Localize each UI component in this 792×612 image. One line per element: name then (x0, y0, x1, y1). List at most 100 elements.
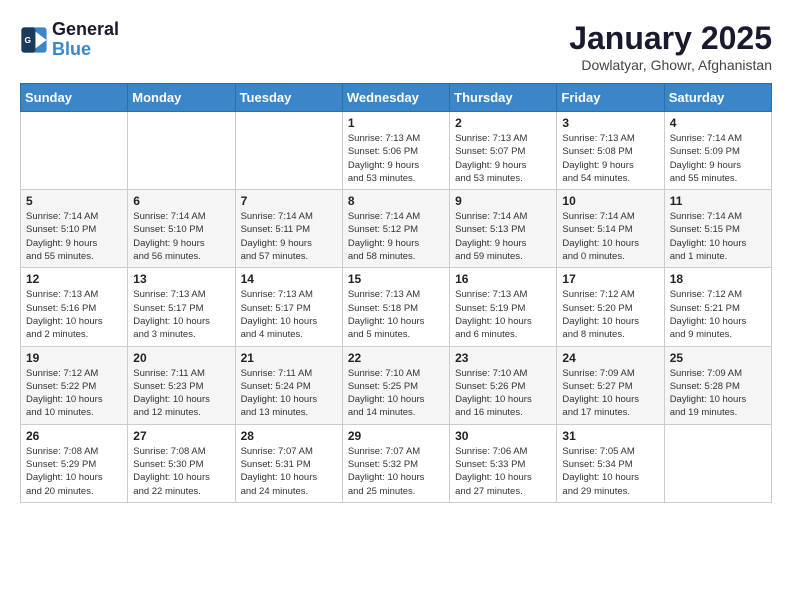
day-number: 15 (348, 272, 444, 286)
calendar-cell: 20 Sunrise: 7:11 AM Sunset: 5:23 PM Dayli… (128, 346, 235, 424)
day-number: 29 (348, 429, 444, 443)
calendar-cell: 4 Sunrise: 7:14 AM Sunset: 5:09 PM Daylig… (664, 112, 771, 190)
calendar-cell (128, 112, 235, 190)
day-number: 2 (455, 116, 551, 130)
weekday-header-sunday: Sunday (21, 84, 128, 112)
day-detail: Sunrise: 7:09 AM Sunset: 5:28 PM Dayligh… (670, 367, 766, 420)
day-detail: Sunrise: 7:09 AM Sunset: 5:27 PM Dayligh… (562, 367, 658, 420)
calendar-cell: 25Sunrise: 7:09 AM Sunset: 5:28 PM Dayli… (664, 346, 771, 424)
day-detail: Sunrise: 7:08 AM Sunset: 5:29 PM Dayligh… (26, 445, 122, 498)
calendar-cell: 6 Sunrise: 7:14 AM Sunset: 5:10 PM Daylig… (128, 190, 235, 268)
calendar-cell: 29 Sunrise: 7:07 AM Sunset: 5:32 PM Dayli… (342, 424, 449, 502)
logo: G General Blue (20, 20, 119, 60)
day-detail: Sunrise: 7:05 AM Sunset: 5:34 PM Dayligh… (562, 445, 658, 498)
calendar-cell: 26Sunrise: 7:08 AM Sunset: 5:29 PM Dayli… (21, 424, 128, 502)
day-detail: Sunrise: 7:07 AM Sunset: 5:31 PM Dayligh… (241, 445, 337, 498)
weekday-header-thursday: Thursday (450, 84, 557, 112)
day-detail: Sunrise: 7:12 AM Sunset: 5:22 PM Dayligh… (26, 367, 122, 420)
day-number: 8 (348, 194, 444, 208)
calendar-cell: 2 Sunrise: 7:13 AM Sunset: 5:07 PM Daylig… (450, 112, 557, 190)
day-number: 20 (133, 351, 229, 365)
day-number: 11 (670, 194, 766, 208)
day-detail: Sunrise: 7:14 AM Sunset: 5:11 PM Dayligh… (241, 210, 337, 263)
weekday-header-friday: Friday (557, 84, 664, 112)
day-detail: Sunrise: 7:14 AM Sunset: 5:13 PM Dayligh… (455, 210, 551, 263)
week-row-2: 5 Sunrise: 7:14 AM Sunset: 5:10 PM Daylig… (21, 190, 772, 268)
day-detail: Sunrise: 7:06 AM Sunset: 5:33 PM Dayligh… (455, 445, 551, 498)
calendar-cell: 19 Sunrise: 7:12 AM Sunset: 5:22 PM Dayli… (21, 346, 128, 424)
logo-line1: General (52, 20, 119, 40)
day-detail: Sunrise: 7:08 AM Sunset: 5:30 PM Dayligh… (133, 445, 229, 498)
calendar-cell (664, 424, 771, 502)
weekday-header-wednesday: Wednesday (342, 84, 449, 112)
calendar-cell: 7Sunrise: 7:14 AM Sunset: 5:11 PM Daylig… (235, 190, 342, 268)
day-detail: Sunrise: 7:13 AM Sunset: 5:08 PM Dayligh… (562, 132, 658, 185)
weekday-header-tuesday: Tuesday (235, 84, 342, 112)
calendar-cell: 9 Sunrise: 7:14 AM Sunset: 5:13 PM Daylig… (450, 190, 557, 268)
calendar-cell: 22Sunrise: 7:10 AM Sunset: 5:25 PM Dayli… (342, 346, 449, 424)
calendar-title: January 2025 (569, 20, 772, 57)
calendar-cell (235, 112, 342, 190)
logo-icon: G (20, 26, 48, 54)
calendar-cell: 17Sunrise: 7:12 AM Sunset: 5:20 PM Dayli… (557, 268, 664, 346)
day-detail: Sunrise: 7:13 AM Sunset: 5:16 PM Dayligh… (26, 288, 122, 341)
day-number: 6 (133, 194, 229, 208)
day-detail: Sunrise: 7:13 AM Sunset: 5:17 PM Dayligh… (241, 288, 337, 341)
calendar-cell: 14 Sunrise: 7:13 AM Sunset: 5:17 PM Dayli… (235, 268, 342, 346)
calendar-subtitle: Dowlatyar, Ghowr, Afghanistan (569, 57, 772, 73)
day-detail: Sunrise: 7:11 AM Sunset: 5:24 PM Dayligh… (241, 367, 337, 420)
weekday-header-saturday: Saturday (664, 84, 771, 112)
weekday-header-row: SundayMondayTuesdayWednesdayThursdayFrid… (21, 84, 772, 112)
day-number: 12 (26, 272, 122, 286)
day-number: 1 (348, 116, 444, 130)
day-number: 30 (455, 429, 551, 443)
day-detail: Sunrise: 7:12 AM Sunset: 5:21 PM Dayligh… (670, 288, 766, 341)
day-number: 21 (241, 351, 337, 365)
calendar-cell: 5 Sunrise: 7:14 AM Sunset: 5:10 PM Daylig… (21, 190, 128, 268)
day-detail: Sunrise: 7:14 AM Sunset: 5:10 PM Dayligh… (133, 210, 229, 263)
calendar-cell: 30 Sunrise: 7:06 AM Sunset: 5:33 PM Dayli… (450, 424, 557, 502)
calendar-cell: 21 Sunrise: 7:11 AM Sunset: 5:24 PM Dayli… (235, 346, 342, 424)
day-detail: Sunrise: 7:14 AM Sunset: 5:12 PM Dayligh… (348, 210, 444, 263)
calendar-cell: 15Sunrise: 7:13 AM Sunset: 5:18 PM Dayli… (342, 268, 449, 346)
header: G General Blue January 2025 Dowlatyar, G… (20, 20, 772, 73)
week-row-5: 26Sunrise: 7:08 AM Sunset: 5:29 PM Dayli… (21, 424, 772, 502)
calendar-cell: 18 Sunrise: 7:12 AM Sunset: 5:21 PM Dayli… (664, 268, 771, 346)
title-area: January 2025 Dowlatyar, Ghowr, Afghanist… (569, 20, 772, 73)
day-number: 5 (26, 194, 122, 208)
day-number: 23 (455, 351, 551, 365)
weekday-header-monday: Monday (128, 84, 235, 112)
day-detail: Sunrise: 7:14 AM Sunset: 5:09 PM Dayligh… (670, 132, 766, 185)
day-detail: Sunrise: 7:10 AM Sunset: 5:26 PM Dayligh… (455, 367, 551, 420)
day-detail: Sunrise: 7:13 AM Sunset: 5:07 PM Dayligh… (455, 132, 551, 185)
day-number: 27 (133, 429, 229, 443)
week-row-3: 12 Sunrise: 7:13 AM Sunset: 5:16 PM Dayli… (21, 268, 772, 346)
calendar-cell: 24Sunrise: 7:09 AM Sunset: 5:27 PM Dayli… (557, 346, 664, 424)
day-number: 9 (455, 194, 551, 208)
day-detail: Sunrise: 7:11 AM Sunset: 5:23 PM Dayligh… (133, 367, 229, 420)
svg-text:G: G (24, 35, 31, 45)
calendar-cell: 8 Sunrise: 7:14 AM Sunset: 5:12 PM Daylig… (342, 190, 449, 268)
day-detail: Sunrise: 7:12 AM Sunset: 5:20 PM Dayligh… (562, 288, 658, 341)
calendar-cell: 13Sunrise: 7:13 AM Sunset: 5:17 PM Dayli… (128, 268, 235, 346)
day-number: 16 (455, 272, 551, 286)
logo-line2: Blue (52, 39, 91, 59)
day-detail: Sunrise: 7:07 AM Sunset: 5:32 PM Dayligh… (348, 445, 444, 498)
day-number: 18 (670, 272, 766, 286)
day-detail: Sunrise: 7:14 AM Sunset: 5:15 PM Dayligh… (670, 210, 766, 263)
calendar-cell: 12 Sunrise: 7:13 AM Sunset: 5:16 PM Dayli… (21, 268, 128, 346)
calendar-cell: 23 Sunrise: 7:10 AM Sunset: 5:26 PM Dayli… (450, 346, 557, 424)
day-detail: Sunrise: 7:14 AM Sunset: 5:14 PM Dayligh… (562, 210, 658, 263)
day-detail: Sunrise: 7:13 AM Sunset: 5:06 PM Dayligh… (348, 132, 444, 185)
day-number: 19 (26, 351, 122, 365)
calendar-cell: 27 Sunrise: 7:08 AM Sunset: 5:30 PM Dayli… (128, 424, 235, 502)
day-number: 14 (241, 272, 337, 286)
calendar-cell: 31Sunrise: 7:05 AM Sunset: 5:34 PM Dayli… (557, 424, 664, 502)
day-detail: Sunrise: 7:13 AM Sunset: 5:19 PM Dayligh… (455, 288, 551, 341)
day-number: 10 (562, 194, 658, 208)
calendar-table: SundayMondayTuesdayWednesdayThursdayFrid… (20, 83, 772, 503)
day-number: 4 (670, 116, 766, 130)
logo-text: General Blue (52, 20, 119, 60)
day-detail: Sunrise: 7:14 AM Sunset: 5:10 PM Dayligh… (26, 210, 122, 263)
day-detail: Sunrise: 7:13 AM Sunset: 5:17 PM Dayligh… (133, 288, 229, 341)
